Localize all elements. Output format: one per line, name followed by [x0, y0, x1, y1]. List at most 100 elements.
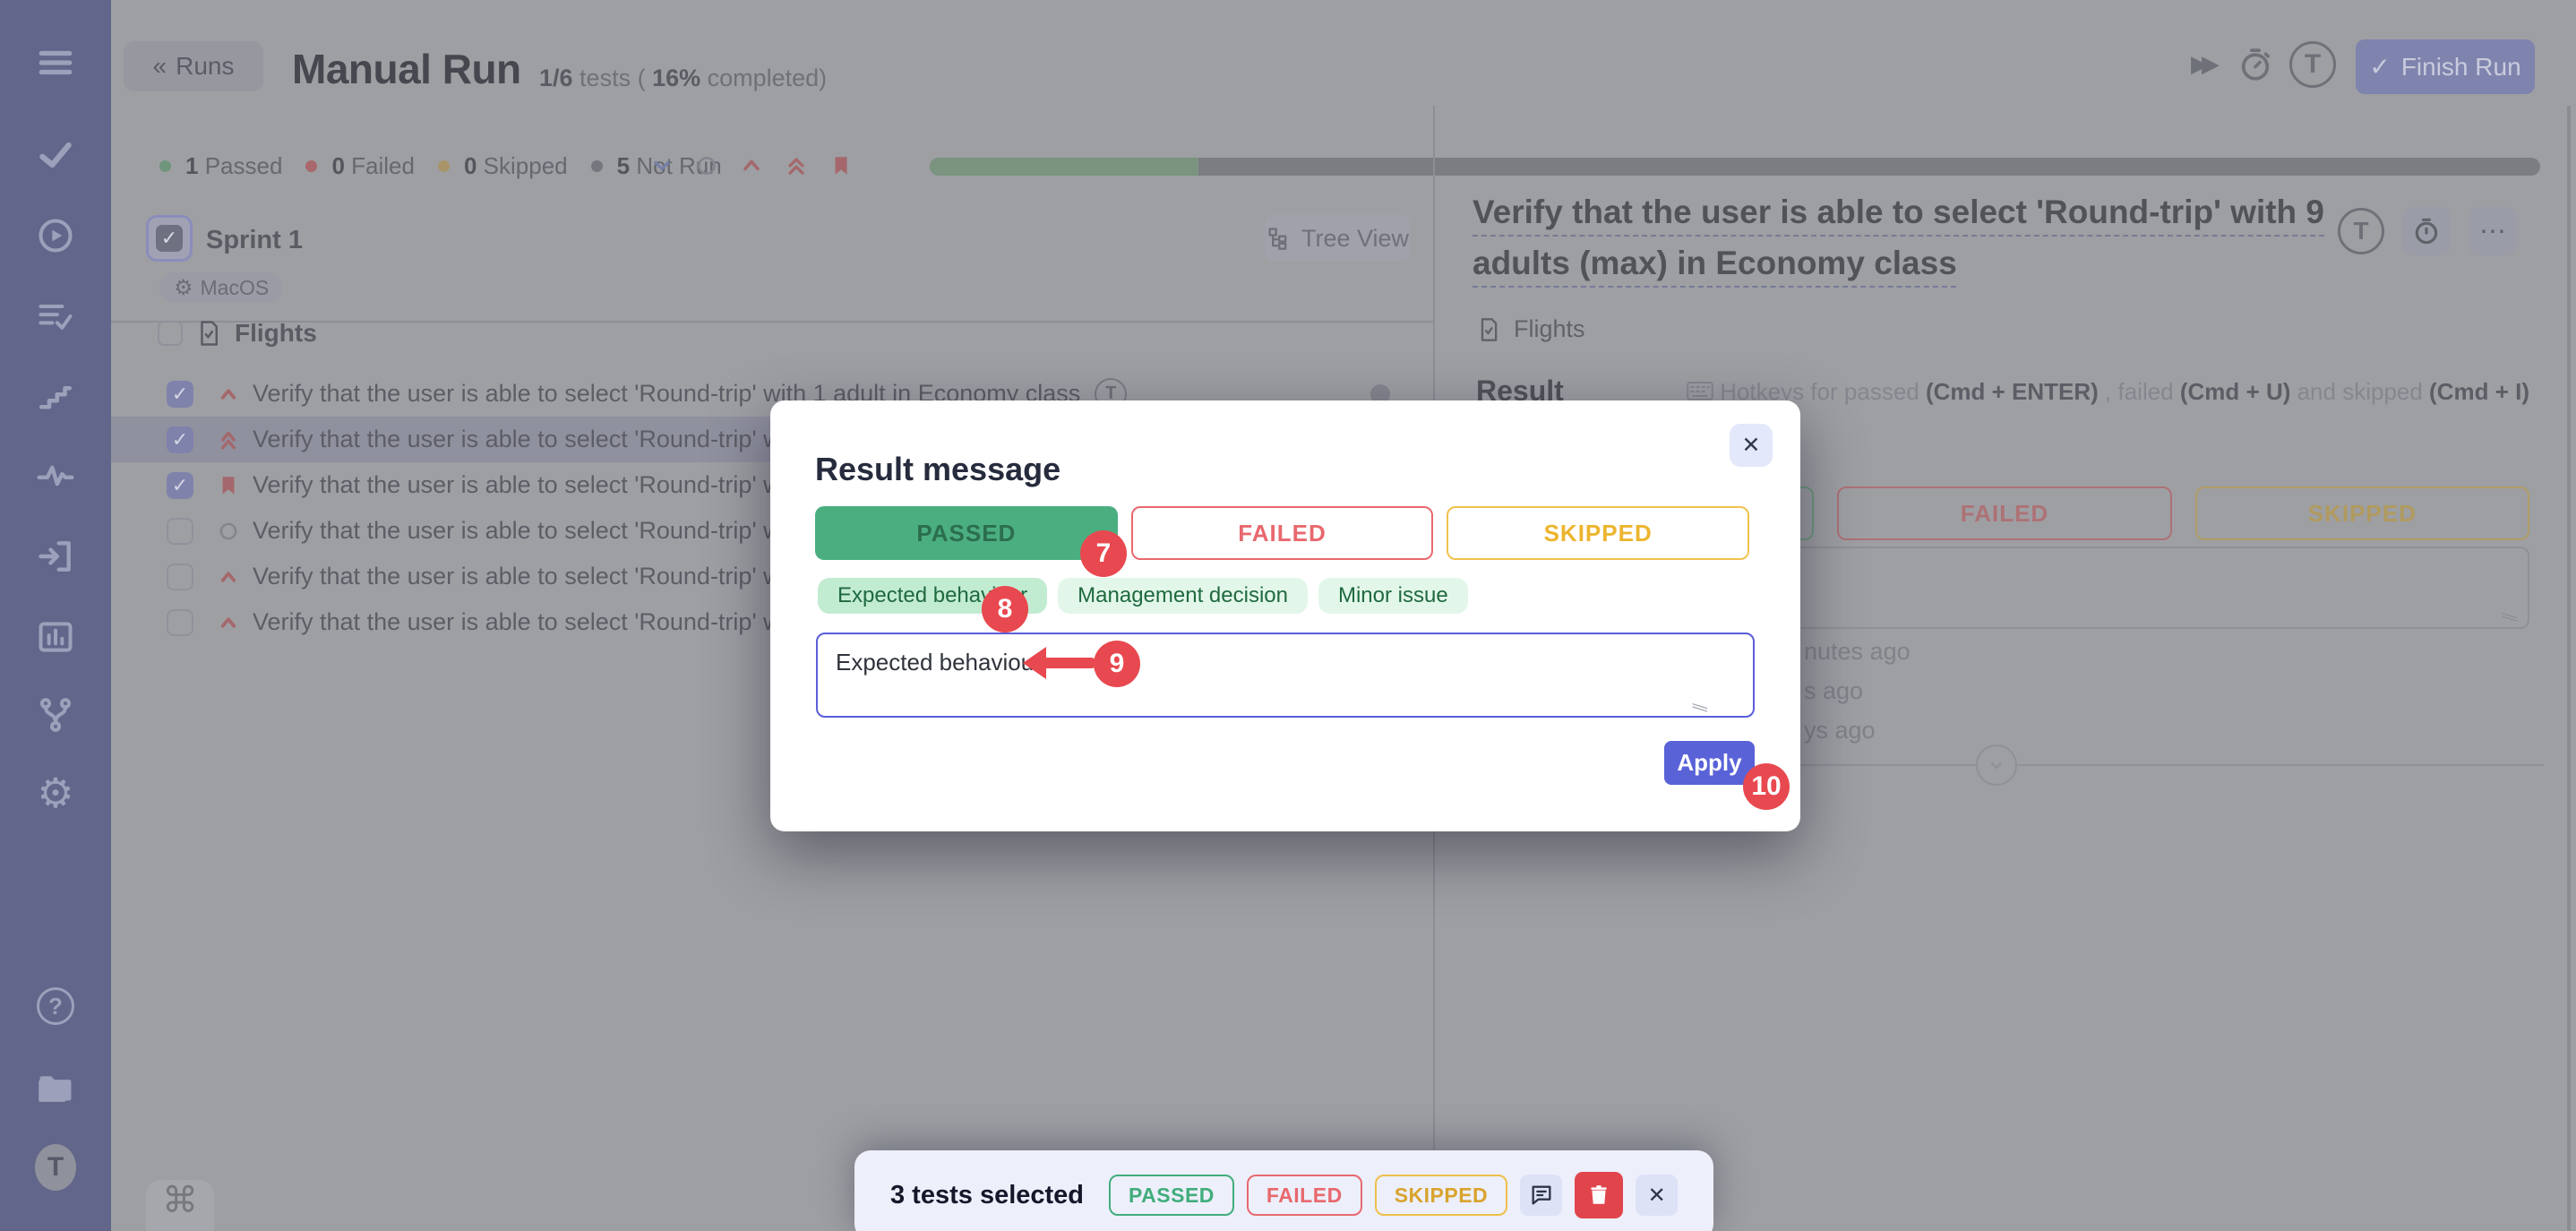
history-item: ys ago [1804, 717, 1876, 745]
test-title: Verify that the user is able to select '… [253, 517, 781, 545]
runs-play-icon[interactable] [35, 215, 76, 256]
tree-view-label: Tree View [1301, 225, 1409, 253]
test-detail-folder-label: Flights [1514, 315, 1585, 343]
steps-icon[interactable] [35, 375, 76, 417]
settings-gear-icon[interactable]: ⚙ [35, 772, 76, 813]
skipped-stat: 0 Skipped [464, 152, 568, 180]
run-stats: 1 Passed 0 Failed 0 Skipped 5 Not Run [159, 151, 731, 181]
command-shortcut-button[interactable]: ⌘ [146, 1180, 214, 1231]
finish-run-label: Finish Run [2401, 53, 2521, 82]
bulk-failed-button[interactable]: FAILED [1247, 1175, 1362, 1216]
apply-button[interactable]: Apply [1664, 741, 1755, 785]
double-caret-up-icon[interactable] [783, 152, 810, 179]
priority-high-icon [213, 379, 244, 409]
history-item: s ago [1804, 677, 1863, 705]
scrollbar[interactable] [2567, 106, 2571, 1231]
plans-list-icon[interactable] [35, 296, 76, 337]
test-checkbox[interactable]: ✓ [167, 472, 193, 499]
run-progress-bar [930, 158, 2540, 176]
gear-icon: ⚙ [174, 275, 193, 300]
close-icon: ✕ [1742, 432, 1761, 459]
testomat-test-icon[interactable]: T [2338, 208, 2384, 254]
tag-minor-issue[interactable]: Minor issue [1318, 578, 1468, 614]
priority-high-icon [213, 562, 244, 592]
sidebar: ⚙ ? T [0, 0, 111, 1231]
tree-view-button[interactable]: Tree View [1265, 215, 1410, 262]
run-progress-summary: 1/6 tests ( 16% completed) [539, 65, 827, 92]
comment-button[interactable] [1520, 1175, 1562, 1216]
circle-priority-icon[interactable] [693, 152, 720, 179]
modal-skipped-button[interactable]: SKIPPED [1447, 506, 1749, 560]
passed-stat: 1 Passed [185, 152, 282, 180]
priority-filter-icons [648, 151, 854, 181]
expand-history-button[interactable] [1976, 745, 2017, 786]
modal-passed-button[interactable]: PASSED [815, 506, 1118, 560]
folder-checkbox[interactable] [158, 321, 183, 346]
modal-title: Result message [815, 451, 1060, 488]
environment-label: MacOS [201, 276, 270, 300]
chevron-down-icon[interactable] [648, 152, 675, 179]
collapse-icon: « [153, 52, 167, 81]
resize-handle[interactable]: ⫽ [1687, 703, 1711, 712]
help-icon[interactable]: ? [35, 986, 76, 1027]
bulk-passed-button[interactable]: PASSED [1109, 1175, 1234, 1216]
failed-stat: 0 Failed [331, 152, 415, 180]
testomat-badge-icon[interactable]: T [2289, 41, 2336, 88]
folder-label: Flights [235, 319, 317, 348]
caret-up-icon[interactable] [738, 152, 765, 179]
test-checkbox[interactable]: ✓ [167, 381, 193, 408]
selected-count-text: 3 tests selected [890, 1181, 1084, 1210]
bookmark-icon[interactable] [828, 152, 854, 179]
modal-message-field[interactable]: Expected behaviour [816, 633, 1755, 718]
test-detail-folder: Flights [1476, 315, 1585, 343]
test-detail-title[interactable]: Verify that the user is able to select '… [1473, 186, 2377, 288]
more-options-button[interactable]: ⋯ [2469, 207, 2517, 255]
runs-button-label: Runs [176, 52, 234, 81]
passed-dot [159, 160, 171, 172]
resize-handle[interactable]: ⫽ [2497, 613, 2520, 622]
command-icon: ⌘ [162, 1180, 198, 1221]
annotation-badge-10: 10 [1743, 763, 1790, 810]
projects-folder-icon[interactable] [35, 1066, 76, 1107]
bulk-close-button[interactable]: ✕ [1636, 1175, 1678, 1216]
finish-run-button[interactable]: ✓ Finish Run [2356, 39, 2535, 94]
activity-icon[interactable] [35, 455, 76, 496]
close-icon: ✕ [1648, 1183, 1666, 1209]
folder-row-flights[interactable]: Flights [158, 315, 317, 351]
branch-icon[interactable] [35, 694, 76, 736]
environment-tag[interactable]: ⚙ MacOS [159, 272, 283, 303]
select-all-checkbox[interactable]: ✓ [146, 215, 193, 262]
keyboard-icon [1687, 381, 1713, 402]
test-checkbox[interactable]: ✓ [167, 426, 193, 453]
annotation-badge-7: 7 [1080, 530, 1127, 577]
priority-high-icon [213, 607, 244, 638]
import-icon[interactable] [35, 536, 76, 577]
tests-check-icon[interactable] [35, 134, 76, 176]
tag-management-decision[interactable]: Management decision [1058, 578, 1308, 614]
modal-close-button[interactable]: ✕ [1730, 424, 1773, 467]
test-checkbox[interactable] [167, 609, 193, 636]
failed-button[interactable]: FAILED [1837, 486, 2171, 540]
fast-forward-icon[interactable]: ▶▶ [2191, 50, 2212, 78]
test-detail-actions: T ⋯ [2338, 207, 2517, 255]
timer-button[interactable] [2402, 207, 2451, 255]
back-to-runs-button[interactable]: « Runs [124, 41, 263, 91]
bulk-actions-bar: 3 tests selected PASSED FAILED SKIPPED ✕ [854, 1150, 1713, 1231]
notrun-dot [591, 160, 603, 172]
tree-icon [1266, 226, 1291, 251]
modal-failed-button[interactable]: FAILED [1131, 506, 1434, 560]
testomat-logo-icon[interactable]: T [35, 1147, 76, 1188]
bulk-skipped-button[interactable]: SKIPPED [1375, 1175, 1507, 1216]
test-checkbox[interactable] [167, 564, 193, 590]
priority-bookmark-icon [213, 470, 244, 501]
test-checkbox[interactable] [167, 518, 193, 545]
suite-title: Sprint 1 [206, 226, 303, 255]
priority-urgent-icon [213, 425, 244, 455]
reports-chart-icon[interactable] [35, 616, 76, 658]
failed-dot [305, 160, 317, 172]
menu-icon[interactable] [35, 42, 76, 83]
timer-icon[interactable] [2237, 47, 2273, 87]
history-item: nutes ago [1804, 638, 1911, 666]
skipped-button[interactable]: SKIPPED [2195, 486, 2529, 540]
delete-button[interactable] [1575, 1172, 1623, 1218]
